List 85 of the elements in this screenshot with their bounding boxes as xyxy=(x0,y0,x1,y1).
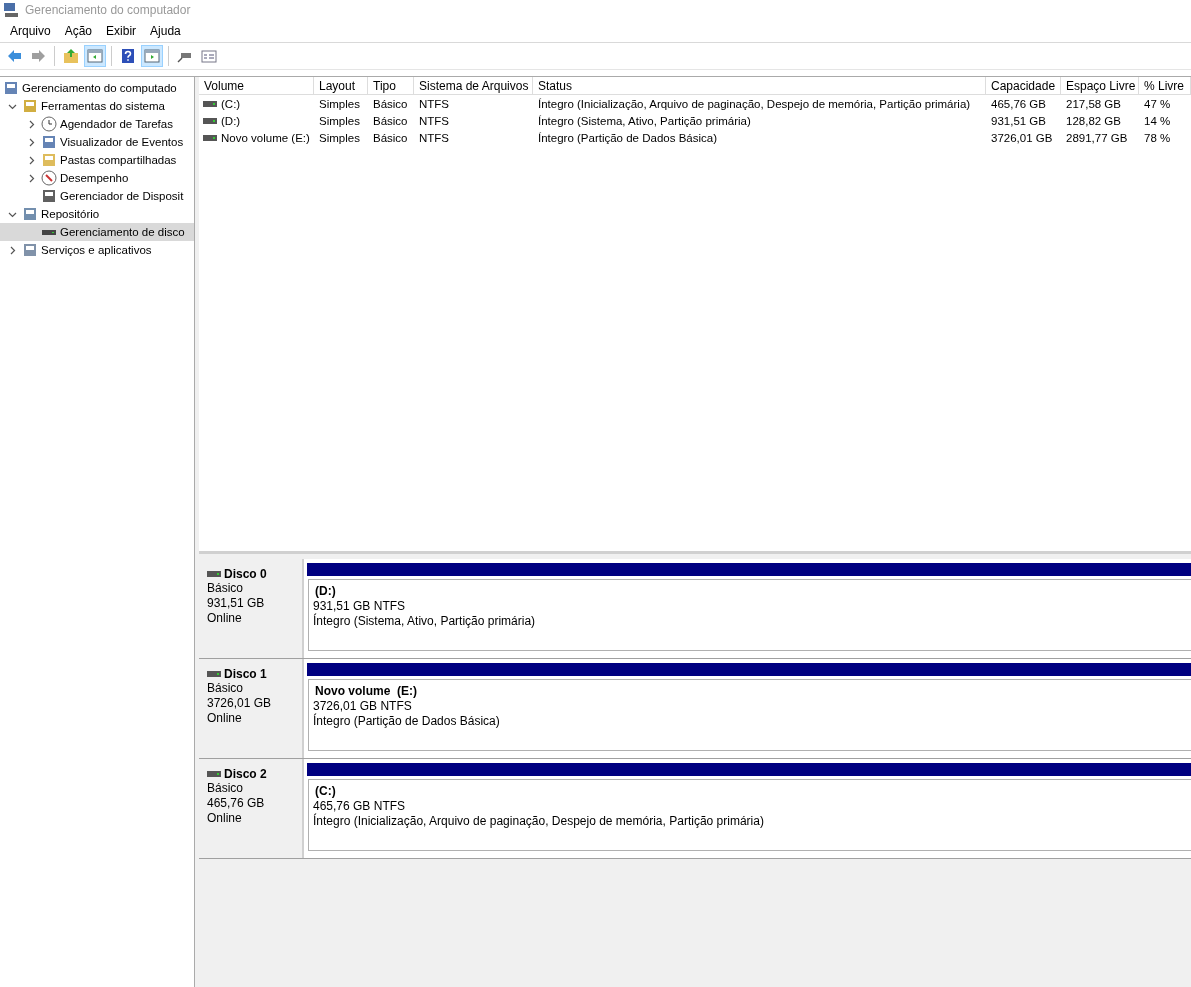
drive-icon xyxy=(203,134,217,141)
disk-type: Básico xyxy=(207,681,245,696)
column-header[interactable]: Layout xyxy=(314,77,368,95)
partition-status: Íntegro (Sistema, Ativo, Partição primária) xyxy=(313,614,537,629)
partition-label: (C:) xyxy=(314,784,337,799)
table-cell-text: Básico xyxy=(372,113,409,129)
partition-label: Novo volume (E:) xyxy=(314,684,418,699)
disk-type: Básico xyxy=(207,581,245,596)
tree-item[interactable]: Gerenciamento de disco xyxy=(0,223,194,241)
menu-item[interactable]: Arquivo xyxy=(3,22,58,40)
table-cell: Novo volume (E:) xyxy=(199,129,314,146)
tree-item[interactable]: Gerenciador de Disposit xyxy=(0,187,194,205)
tree-item[interactable]: Gerenciamento do computado xyxy=(0,79,194,97)
panel-icon xyxy=(87,48,103,64)
disk-status: Online xyxy=(207,811,243,826)
column-header[interactable]: Tipo xyxy=(368,77,414,95)
table-cell-text: 3726,01 GB xyxy=(990,130,1054,146)
tree-item[interactable]: Ferramentas do sistema xyxy=(0,97,194,115)
partition-size: 931,51 GB NTFS xyxy=(313,599,407,613)
drive-icon xyxy=(207,771,221,777)
drive-icon xyxy=(207,671,221,677)
disk-name: Disco 1 xyxy=(224,667,267,681)
disk-size: 465,76 GB xyxy=(207,796,266,811)
column-header[interactable]: Volume xyxy=(199,77,314,95)
partition-status: Íntegro (Partição de Dados Básica) xyxy=(313,714,501,729)
partition-size: 3726,01 GB NTFS xyxy=(313,699,413,713)
menu-item[interactable]: Exibir xyxy=(99,22,144,40)
disk-name: Disco 0 xyxy=(224,567,267,581)
disk-status: Online xyxy=(207,611,243,626)
disk-status: Online xyxy=(207,711,243,726)
table-cell-text: 78 % xyxy=(1143,130,1172,146)
table-cell-text: Íntegro (Sistema, Ativo, Partição primária) xyxy=(537,113,752,129)
tree-item[interactable]: Desempenho xyxy=(0,169,194,187)
partition-block[interactable]: (D:) 931,51 GB NTFS Íntegro (Sistema, Ativo, Partição primária) xyxy=(308,579,1191,651)
table-cell-text: 217,58 GB xyxy=(1065,96,1122,112)
table-cell-text: Básico xyxy=(372,130,409,146)
disk-size: 3726,01 GB xyxy=(207,696,273,711)
clock-icon xyxy=(41,116,57,132)
drive-icon xyxy=(203,100,217,107)
tree-item[interactable]: Serviços e aplicativos xyxy=(0,241,194,259)
column-header[interactable]: Sistema de Arquivos xyxy=(414,77,533,95)
forward-icon xyxy=(30,48,46,64)
table-cell-text: NTFS xyxy=(418,113,451,129)
table-cell-text: Íntegro (Partição de Dados Básica) xyxy=(537,130,718,146)
back-icon xyxy=(6,48,22,64)
table-cell: (D:) xyxy=(199,112,314,129)
menu-item[interactable]: Ação xyxy=(57,22,100,40)
disk-size: 931,51 GB xyxy=(207,596,266,611)
partition-size: 465,76 GB NTFS xyxy=(313,799,407,813)
column-header[interactable]: % Livre xyxy=(1139,77,1191,95)
tree-item[interactable]: Pastas compartilhadas xyxy=(0,151,194,169)
tree-item[interactable]: Repositório xyxy=(0,205,194,223)
window-title: Gerenciamento do computador xyxy=(25,3,191,17)
checklist-icon xyxy=(201,48,217,64)
partition-block[interactable]: Novo volume (E:) 3726,01 GB NTFS Íntegro (Partição de Dados Básica) xyxy=(308,679,1191,751)
folder-icon xyxy=(63,48,79,64)
disk-name: Disco 2 xyxy=(224,767,267,781)
table-cell-text: NTFS xyxy=(418,130,451,146)
partition-status: Íntegro (Inicialização, Arquivo de paginação, Despejo de memória, Partição primária) xyxy=(313,814,765,829)
column-header[interactable]: Espaço Livre xyxy=(1061,77,1139,95)
column-header[interactable]: Capacidade xyxy=(986,77,1061,95)
table-cell-text: 931,51 GB xyxy=(990,113,1047,129)
partition-block[interactable]: (C:) 465,76 GB NTFS Íntegro (Inicialização, Arquivo de paginação, Despejo de memória, Partição primária) xyxy=(308,779,1191,851)
table-cell-text: Simples xyxy=(318,113,361,129)
tree-item[interactable]: Agendador de Tarefas xyxy=(0,115,194,133)
table-cell-text: NTFS xyxy=(418,96,451,112)
panel-icon xyxy=(144,48,160,64)
column-header[interactable]: Status xyxy=(533,77,986,95)
table-cell-text: Simples xyxy=(318,96,361,112)
table-cell-text: 47 % xyxy=(1143,96,1172,112)
disk-type: Básico xyxy=(207,781,245,796)
drive-icon xyxy=(203,117,217,124)
table-cell-text: 128,82 GB xyxy=(1065,113,1122,129)
table-cell-text: Íntegro (Inicialização, Arquivo de paginação, Despejo de memória, Partição primária) xyxy=(537,96,972,112)
table-cell-text: Simples xyxy=(318,130,361,146)
help-icon xyxy=(120,48,136,64)
table-cell-text: Básico xyxy=(372,96,409,112)
menu-item[interactable]: Ajuda xyxy=(143,22,188,40)
tree-item[interactable]: Visualizador de Eventos xyxy=(0,133,194,151)
drive-icon xyxy=(207,571,221,577)
table-cell-text: 14 % xyxy=(1143,113,1172,129)
table-cell-text: 2891,77 GB xyxy=(1065,130,1129,146)
partition-label: (D:) xyxy=(314,584,337,599)
table-cell: (C:) xyxy=(199,95,314,112)
table-cell-text: 465,76 GB xyxy=(990,96,1047,112)
